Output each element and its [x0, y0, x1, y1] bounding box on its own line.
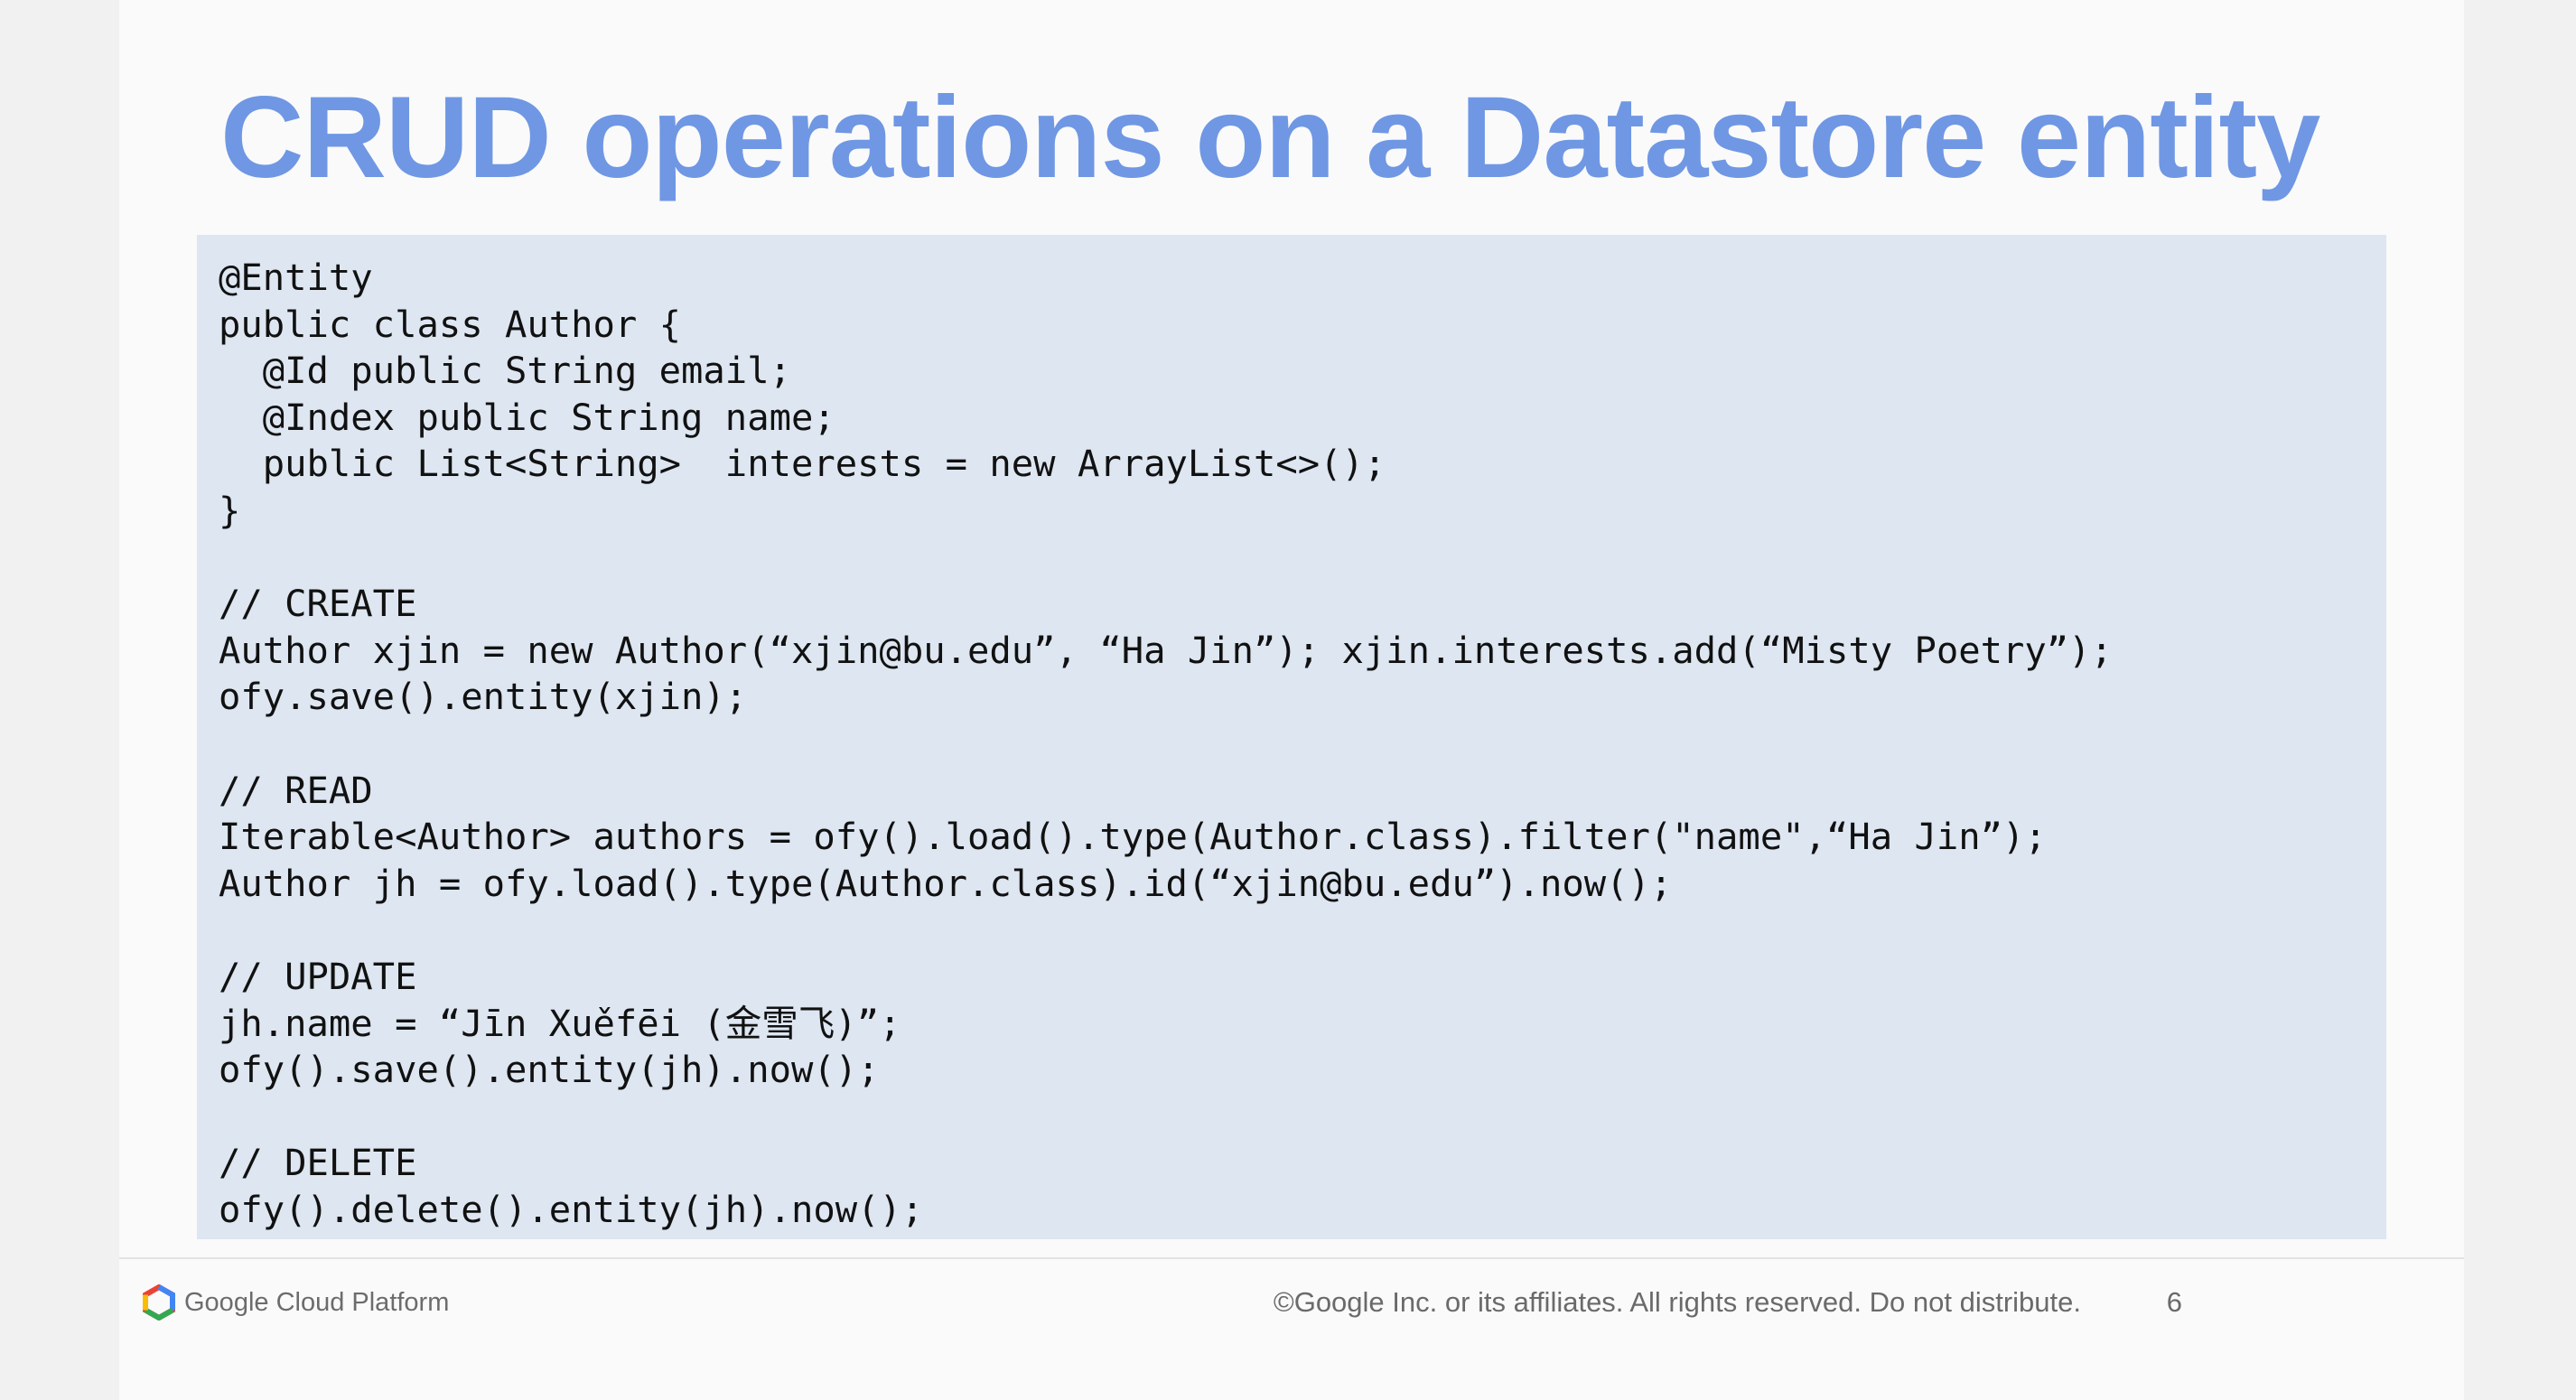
brand-text: Google Cloud Platform [184, 1287, 450, 1317]
code-comment-create: // CREATE [219, 582, 417, 626]
copyright-notice: ©Google Inc. or its affiliates. All righ… [1273, 1286, 2081, 1318]
code-line: Iterable<Author> authors = ofy().load().… [219, 815, 2047, 859]
page-number: 6 [2166, 1286, 2182, 1318]
code-comment-update: // UPDATE [219, 954, 417, 998]
google-cloud-hexagon-icon [141, 1283, 177, 1321]
code-line: Author jh = ofy.load().type(Author.class… [219, 861, 1673, 905]
code-line: } [219, 488, 241, 532]
google-cloud-platform-logo: Google Cloud Platform [141, 1283, 450, 1321]
slide-title: CRUD operations on a Datastore entity [220, 73, 2320, 202]
code-line: public class Author { [219, 302, 682, 346]
code-line: @Entity [219, 256, 373, 299]
code-line: ofy.save().entity(xjin); [219, 675, 748, 719]
code-line: public List<String> interests = new Arra… [219, 442, 1386, 486]
code-line: ofy().delete().entity(jh).now(); [219, 1187, 924, 1231]
code-line: @Index public String name; [219, 395, 835, 439]
slide: CRUD operations on a Datastore entity @E… [119, 0, 2464, 1400]
code-comment-delete: // DELETE [219, 1141, 417, 1185]
code-line: ofy().save().entity(jh).now(); [219, 1048, 880, 1092]
code-comment-read: // READ [219, 768, 373, 812]
code-block: @Entity public class Author { @Id public… [197, 235, 2386, 1239]
code-line: @Id public String email; [219, 349, 791, 393]
code-line: jh.name = “Jīn Xuěfēi (金雪飞)”; [219, 1001, 901, 1045]
footer-divider [119, 1257, 2464, 1259]
code-line: Author xjin = new Author(“xjin@bu.edu”, … [219, 628, 2113, 672]
